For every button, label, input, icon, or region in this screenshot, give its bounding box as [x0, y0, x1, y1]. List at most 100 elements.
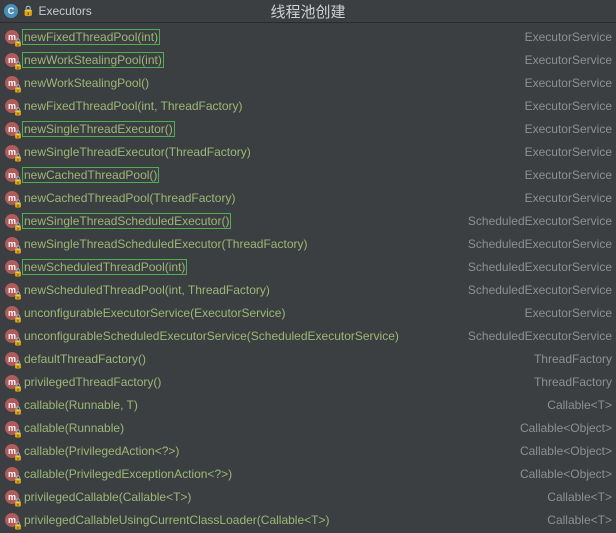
method-row[interactable]: m🔒newCachedThreadPool() ExecutorService	[0, 163, 616, 186]
lock-icon: 🔒	[13, 383, 23, 392]
panel-title: 线程池创建	[270, 1, 345, 22]
method-icon: m🔒	[4, 466, 20, 482]
method-row[interactable]: m🔒newScheduledThreadPool(int) ScheduledEx…	[0, 255, 616, 278]
lock-icon: 🔒	[13, 268, 23, 277]
return-type: Callable<Object>	[512, 444, 612, 458]
method-signature: callable(PrivilegedExceptionAction<?>)	[22, 466, 234, 482]
lock-icon: 🔒	[13, 291, 23, 300]
return-type: ThreadFactory	[526, 375, 612, 389]
method-signature: privilegedCallableUsingCurrentClassLoade…	[22, 512, 331, 528]
lock-icon: 🔒	[22, 6, 34, 17]
method-signature: newWorkStealingPool(int)	[22, 52, 164, 68]
method-signature: newCachedThreadPool()	[22, 167, 159, 183]
method-icon: m🔒	[4, 512, 20, 528]
method-icon: m🔒	[4, 52, 20, 68]
return-type: ExecutorService	[517, 53, 612, 67]
method-row[interactable]: m🔒newFixedThreadPool(int)ExecutorService	[0, 25, 616, 48]
return-type: ExecutorService	[517, 306, 612, 320]
method-signature: defaultThreadFactory()	[22, 351, 148, 367]
return-type: Callable<T>	[539, 513, 612, 527]
method-signature: callable(PrivilegedAction<?>)	[22, 443, 181, 459]
lock-icon: 🔒	[13, 153, 23, 162]
method-row[interactable]: m🔒callable(Runnable) Callable<Object>	[0, 416, 616, 439]
lock-icon: 🔒	[13, 222, 23, 231]
method-icon: m🔒	[4, 29, 20, 45]
method-signature: newSingleThreadScheduledExecutor()	[22, 213, 231, 229]
lock-icon: 🔒	[13, 107, 23, 116]
method-row[interactable]: m🔒newWorkStealingPool(int) ExecutorServic…	[0, 48, 616, 71]
method-signature: unconfigurableScheduledExecutorService(S…	[22, 328, 401, 344]
return-type: ScheduledExecutorService	[460, 260, 612, 274]
method-icon: m🔒	[4, 259, 20, 275]
method-signature: newWorkStealingPool()	[22, 75, 151, 91]
method-row[interactable]: m🔒newSingleThreadScheduledExecutor(Threa…	[0, 232, 616, 255]
lock-icon: 🔒	[13, 84, 23, 93]
method-icon: m🔒	[4, 420, 20, 436]
method-signature: newFixedThreadPool(int)	[22, 29, 160, 45]
method-icon: m🔒	[4, 75, 20, 91]
lock-icon: 🔒	[13, 406, 23, 415]
method-row[interactable]: m🔒privilegedCallable(Callable<T>)Callabl…	[0, 485, 616, 508]
method-row[interactable]: m🔒newSingleThreadExecutor()ExecutorServi…	[0, 117, 616, 140]
method-signature: newSingleThreadScheduledExecutor(ThreadF…	[22, 236, 309, 252]
method-signature: unconfigurableExecutorService(ExecutorSe…	[22, 305, 287, 321]
method-row[interactable]: m🔒unconfigurableExecutorService(Executor…	[0, 301, 616, 324]
method-row[interactable]: m🔒callable(PrivilegedExceptionAction<?>)…	[0, 462, 616, 485]
method-row[interactable]: m🔒newScheduledThreadPool(int, ThreadFact…	[0, 278, 616, 301]
return-type: Callable<Object>	[512, 421, 612, 435]
method-signature: callable(Runnable)	[22, 420, 126, 436]
method-icon: m🔒	[4, 489, 20, 505]
return-type: ThreadFactory	[526, 352, 612, 366]
method-icon: m🔒	[4, 190, 20, 206]
method-icon: m🔒	[4, 213, 20, 229]
lock-icon: 🔒	[13, 61, 23, 70]
return-type: ScheduledExecutorService	[460, 214, 612, 228]
method-signature: privilegedCallable(Callable<T>)	[22, 489, 193, 505]
method-row[interactable]: m🔒defaultThreadFactory()ThreadFactory	[0, 347, 616, 370]
class-icon: C	[4, 4, 18, 18]
return-type: ExecutorService	[517, 122, 612, 136]
return-type: ExecutorService	[517, 99, 612, 113]
method-signature: newCachedThreadPool(ThreadFactory)	[22, 190, 237, 206]
return-type: Callable<Object>	[512, 467, 612, 481]
method-row[interactable]: m🔒unconfigurableScheduledExecutorService…	[0, 324, 616, 347]
lock-icon: 🔒	[13, 314, 23, 323]
lock-icon: 🔒	[13, 337, 23, 346]
return-type: ScheduledExecutorService	[460, 283, 612, 297]
method-row[interactable]: m🔒privilegedThreadFactory()ThreadFactory	[0, 370, 616, 393]
method-icon: m🔒	[4, 144, 20, 160]
method-row[interactable]: m🔒newSingleThreadExecutor(ThreadFactory)…	[0, 140, 616, 163]
lock-icon: 🔒	[13, 245, 23, 254]
method-row[interactable]: m🔒callable(PrivilegedAction<?>) Callable<…	[0, 439, 616, 462]
return-type: Callable<T>	[539, 398, 612, 412]
lock-icon: 🔒	[13, 38, 23, 47]
return-type: ExecutorService	[517, 168, 612, 182]
method-icon: m🔒	[4, 236, 20, 252]
return-type: ScheduledExecutorService	[460, 237, 612, 251]
method-row[interactable]: m🔒callable(Runnable, T)Callable<T>	[0, 393, 616, 416]
lock-icon: 🔒	[13, 360, 23, 369]
method-icon: m🔒	[4, 328, 20, 344]
method-row[interactable]: m🔒newSingleThreadScheduledExecutor() Sche…	[0, 209, 616, 232]
method-row[interactable]: m🔒newFixedThreadPool(int, ThreadFactory)…	[0, 94, 616, 117]
return-type: ExecutorService	[517, 76, 612, 90]
method-signature: newSingleThreadExecutor(ThreadFactory)	[22, 144, 253, 160]
lock-icon: 🔒	[13, 199, 23, 208]
return-type: ScheduledExecutorService	[460, 329, 612, 343]
method-icon: m🔒	[4, 167, 20, 183]
method-list: m🔒newFixedThreadPool(int)ExecutorService…	[0, 23, 616, 533]
method-signature: privilegedThreadFactory()	[22, 374, 163, 390]
header-left: C 🔒 Executors	[4, 4, 92, 18]
lock-icon: 🔒	[13, 452, 23, 461]
lock-icon: 🔒	[13, 498, 23, 507]
structure-header: C 🔒 Executors 线程池创建	[0, 0, 616, 23]
lock-icon: 🔒	[13, 521, 23, 530]
lock-icon: 🔒	[13, 429, 23, 438]
method-row[interactable]: m🔒newWorkStealingPool() ExecutorService	[0, 71, 616, 94]
method-row[interactable]: m🔒newCachedThreadPool(ThreadFactory)Exec…	[0, 186, 616, 209]
method-signature: newScheduledThreadPool(int, ThreadFactor…	[22, 282, 272, 298]
method-signature: newScheduledThreadPool(int)	[22, 259, 187, 275]
method-row[interactable]: m🔒privilegedCallableUsingCurrentClassLoa…	[0, 508, 616, 531]
class-name: Executors	[38, 4, 91, 18]
method-icon: m🔒	[4, 443, 20, 459]
